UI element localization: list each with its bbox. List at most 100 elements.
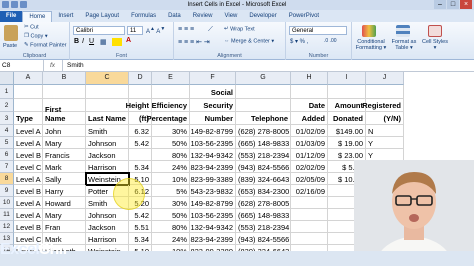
cell-f3[interactable]: Number xyxy=(190,112,236,125)
cell-f1[interactable]: Social xyxy=(190,85,236,99)
cell-d1[interactable] xyxy=(129,85,152,99)
row-header-1[interactable]: 1 xyxy=(0,85,14,99)
cell-j4[interactable]: N xyxy=(366,125,404,137)
cell-e4[interactable]: 30% xyxy=(152,125,190,137)
cell-f7[interactable]: 823-94-2399 xyxy=(190,161,236,173)
cell-f2[interactable]: Security xyxy=(190,99,236,112)
paste-button[interactable]: Paste xyxy=(3,43,17,49)
font-name-select[interactable]: Calibri xyxy=(73,26,125,35)
grow-font-icon[interactable]: A▲ A▼ xyxy=(146,26,165,35)
bold-button[interactable]: B xyxy=(74,38,79,45)
cell-a3[interactable]: Type xyxy=(14,112,43,125)
cell-g7[interactable]: (943) 824-5566 xyxy=(236,161,291,173)
cell-c4[interactable]: Smith xyxy=(86,125,129,137)
row-header-10[interactable]: 10 xyxy=(0,197,14,209)
cell-b10[interactable]: Howard xyxy=(43,197,86,209)
select-all-corner[interactable] xyxy=(0,72,14,85)
cell-a1[interactable] xyxy=(14,85,43,99)
cell-g2[interactable] xyxy=(236,99,291,112)
align-left-icon[interactable]: ≡ ≡ ≡ ⇤ ⇥ xyxy=(178,38,210,46)
cell-a9[interactable]: Level B xyxy=(14,185,43,197)
cell-e3[interactable]: Percentage xyxy=(147,112,190,125)
copy-button[interactable]: ❐ Copy ▾ xyxy=(24,33,48,39)
cell-a5[interactable]: Level A xyxy=(14,137,43,149)
cell-i4[interactable]: $149.00 xyxy=(328,125,366,137)
row-header-4[interactable]: 4 xyxy=(0,125,14,137)
cell-f12[interactable]: 132-94-9342 xyxy=(190,221,236,233)
cell-g1[interactable] xyxy=(236,85,291,99)
cell-e11[interactable]: 50% xyxy=(152,209,190,221)
cell-i3[interactable]: Donated xyxy=(328,112,366,125)
cell-a8[interactable]: Level A xyxy=(14,173,43,185)
align-top-icon[interactable]: ≡ ≡ ≡ xyxy=(178,26,194,33)
tab-home[interactable]: Home xyxy=(22,11,53,22)
cell-g5[interactable]: (665) 148-9833 xyxy=(236,137,291,149)
minimize-button[interactable]: – xyxy=(434,0,446,9)
cell-f10[interactable]: 149-82-8799 xyxy=(190,197,236,209)
cell-h13[interactable] xyxy=(291,233,328,245)
format-as-table-button[interactable]: Format as Table ▾ xyxy=(390,39,418,51)
fx-icon[interactable]: fx xyxy=(50,60,55,71)
cell-d5[interactable]: 5.42 xyxy=(129,137,152,149)
column-header-d[interactable]: D xyxy=(129,72,152,85)
cell-a2[interactable] xyxy=(14,99,43,112)
cell-c5[interactable]: Johnson xyxy=(86,137,129,149)
merge-center-button[interactable]: ⇔ Merge & Center ▾ xyxy=(224,38,274,44)
fill-color-icon[interactable] xyxy=(112,38,122,46)
cell-d12[interactable]: 5.51 xyxy=(129,221,152,233)
cell-f13[interactable]: 823-94-2399 xyxy=(190,233,236,245)
cell-a7[interactable]: Level C xyxy=(14,161,43,173)
cell-h8[interactable]: 02/05/09 xyxy=(291,173,328,185)
cell-h4[interactable]: 01/02/09 xyxy=(291,125,328,137)
cell-b7[interactable]: Mark xyxy=(43,161,86,173)
borders-icon[interactable]: ▦ xyxy=(100,38,107,46)
paste-icon[interactable] xyxy=(4,25,18,41)
cell-e6[interactable]: 80% xyxy=(152,149,190,161)
cell-c7[interactable]: Harrison xyxy=(86,161,129,173)
cell-f6[interactable]: 132-94-9342 xyxy=(190,149,236,161)
column-header-e[interactable]: E xyxy=(152,72,190,85)
cell-f5[interactable]: 103-56-2395 xyxy=(190,137,236,149)
cell-d7[interactable]: 5.34 xyxy=(129,161,152,173)
cell-g13[interactable]: (943) 824-5566 xyxy=(236,233,291,245)
formula-input[interactable]: Smith xyxy=(62,60,474,71)
orientation-icon[interactable]: ⟋ xyxy=(208,26,213,34)
column-header-b[interactable]: B xyxy=(43,72,86,85)
tab-powerpivot[interactable]: PowerPivot xyxy=(283,11,325,22)
cell-j5[interactable]: Y xyxy=(366,137,404,149)
cell-i1[interactable] xyxy=(328,85,366,99)
cell-e12[interactable]: 80% xyxy=(152,221,190,233)
cell-a4[interactable]: Level A xyxy=(14,125,43,137)
cell-h2[interactable]: Date xyxy=(291,99,328,112)
format-as-table-icon[interactable] xyxy=(396,25,410,37)
cell-a10[interactable]: Level A xyxy=(14,197,43,209)
wrap-text-button[interactable]: ↵ Wrap Text xyxy=(224,26,255,32)
cell-h7[interactable]: 02/02/09 xyxy=(291,161,328,173)
conditional-formatting-button[interactable]: Conditional Formatting ▾ xyxy=(354,39,388,51)
row-header-5[interactable]: 5 xyxy=(0,137,14,149)
cell-d2[interactable]: Height xyxy=(126,99,152,112)
column-header-f[interactable]: F xyxy=(190,72,236,85)
cell-h10[interactable] xyxy=(291,197,328,209)
tab-developer[interactable]: Developer xyxy=(243,11,282,22)
cell-j1[interactable] xyxy=(366,85,404,99)
cell-e10[interactable]: 30% xyxy=(152,197,190,209)
cell-g11[interactable]: (665) 148-9833 xyxy=(236,209,291,221)
cell-d13[interactable]: 5.34 xyxy=(129,233,152,245)
row-header-2[interactable]: 2 xyxy=(0,99,14,112)
cell-c2[interactable] xyxy=(86,99,129,112)
row-header-9[interactable]: 9 xyxy=(0,185,14,197)
cell-b3[interactable]: First Name xyxy=(43,105,86,125)
row-header-3[interactable]: 3 xyxy=(0,112,14,125)
row-header-7[interactable]: 7 xyxy=(0,161,14,173)
cell-c6[interactable]: Jackson xyxy=(86,149,129,161)
cell-b1[interactable] xyxy=(43,85,86,99)
tab-page-layout[interactable]: Page Layout xyxy=(79,11,125,22)
cell-g6[interactable]: (553) 218-2394 xyxy=(236,149,291,161)
cell-h9[interactable]: 02/16/09 xyxy=(291,185,328,197)
cell-i5[interactable]: $ 19.00 xyxy=(328,137,366,149)
cell-f9[interactable]: 543-23-9832 xyxy=(190,185,236,197)
cell-styles-button[interactable]: Cell Styles ▾ xyxy=(422,39,448,51)
cell-e8[interactable]: 10% xyxy=(152,173,190,185)
cell-h3[interactable]: Added xyxy=(291,112,328,125)
